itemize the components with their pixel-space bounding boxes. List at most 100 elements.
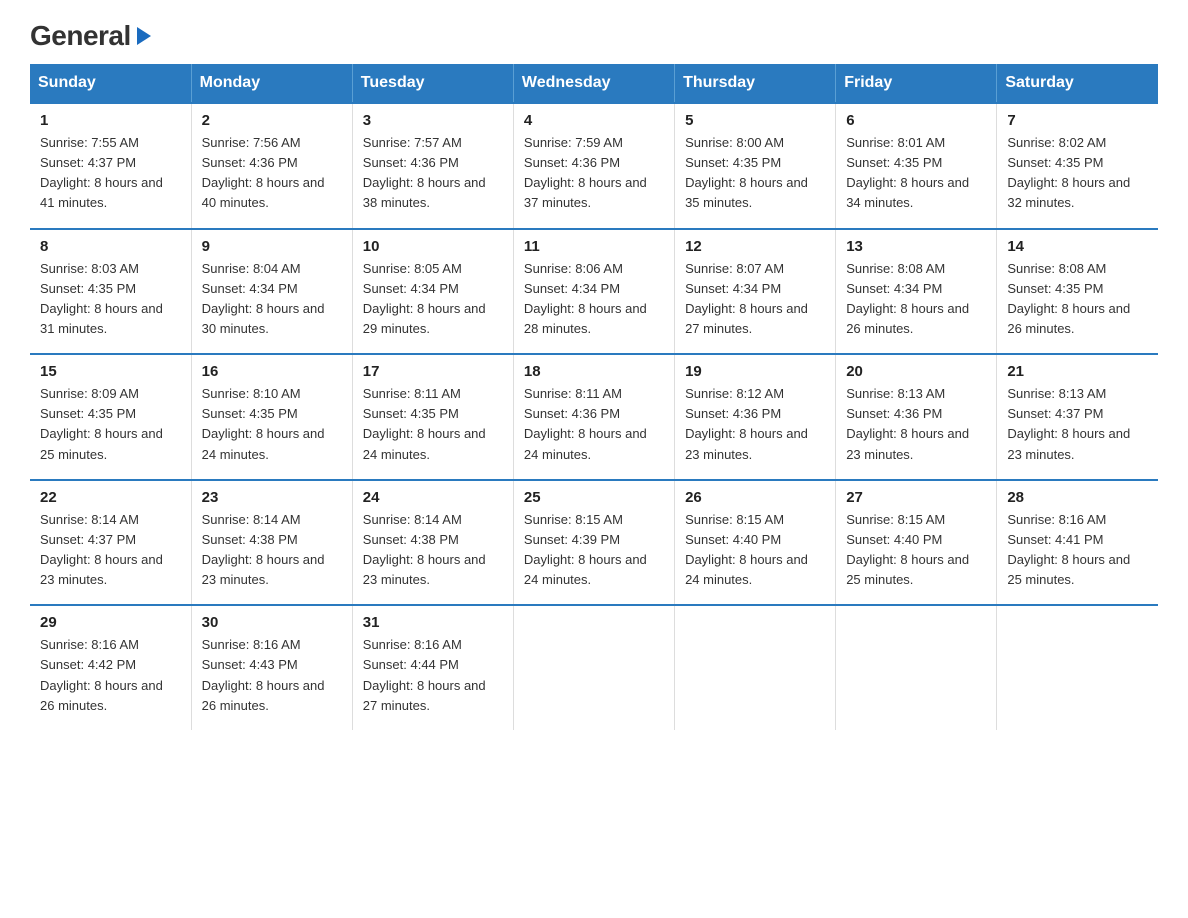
logo-top: General (30, 20, 155, 52)
day-info: Sunrise: 8:13 AMSunset: 4:36 PMDaylight:… (846, 384, 986, 465)
weekday-header-friday: Friday (836, 64, 997, 103)
day-number: 22 (40, 489, 181, 506)
calendar-cell: 8 Sunrise: 8:03 AMSunset: 4:35 PMDayligh… (30, 229, 191, 355)
day-info: Sunrise: 8:00 AMSunset: 4:35 PMDaylight:… (685, 133, 825, 214)
day-info: Sunrise: 8:11 AMSunset: 4:35 PMDaylight:… (363, 384, 503, 465)
calendar-cell: 15 Sunrise: 8:09 AMSunset: 4:35 PMDaylig… (30, 354, 191, 480)
day-info: Sunrise: 8:16 AMSunset: 4:42 PMDaylight:… (40, 635, 181, 716)
day-info: Sunrise: 7:57 AMSunset: 4:36 PMDaylight:… (363, 133, 503, 214)
day-info: Sunrise: 8:14 AMSunset: 4:38 PMDaylight:… (363, 510, 503, 591)
day-info: Sunrise: 8:11 AMSunset: 4:36 PMDaylight:… (524, 384, 664, 465)
day-number: 9 (202, 238, 342, 255)
day-number: 12 (685, 238, 825, 255)
day-info: Sunrise: 7:55 AMSunset: 4:37 PMDaylight:… (40, 133, 181, 214)
calendar-cell: 16 Sunrise: 8:10 AMSunset: 4:35 PMDaylig… (191, 354, 352, 480)
day-info: Sunrise: 8:14 AMSunset: 4:38 PMDaylight:… (202, 510, 342, 591)
day-number: 25 (524, 489, 664, 506)
day-info: Sunrise: 8:16 AMSunset: 4:44 PMDaylight:… (363, 635, 503, 716)
day-number: 3 (363, 112, 503, 129)
calendar-week-4: 22 Sunrise: 8:14 AMSunset: 4:37 PMDaylig… (30, 480, 1158, 606)
weekday-header-saturday: Saturday (997, 64, 1158, 103)
calendar-cell: 24 Sunrise: 8:14 AMSunset: 4:38 PMDaylig… (352, 480, 513, 606)
calendar-cell: 12 Sunrise: 8:07 AMSunset: 4:34 PMDaylig… (675, 229, 836, 355)
calendar-cell: 22 Sunrise: 8:14 AMSunset: 4:37 PMDaylig… (30, 480, 191, 606)
calendar-cell: 2 Sunrise: 7:56 AMSunset: 4:36 PMDayligh… (191, 103, 352, 229)
day-number: 27 (846, 489, 986, 506)
calendar-week-3: 15 Sunrise: 8:09 AMSunset: 4:35 PMDaylig… (30, 354, 1158, 480)
day-number: 16 (202, 363, 342, 380)
calendar-cell: 23 Sunrise: 8:14 AMSunset: 4:38 PMDaylig… (191, 480, 352, 606)
calendar-cell: 27 Sunrise: 8:15 AMSunset: 4:40 PMDaylig… (836, 480, 997, 606)
calendar-cell: 18 Sunrise: 8:11 AMSunset: 4:36 PMDaylig… (513, 354, 674, 480)
calendar-cell: 21 Sunrise: 8:13 AMSunset: 4:37 PMDaylig… (997, 354, 1158, 480)
day-info: Sunrise: 8:15 AMSunset: 4:40 PMDaylight:… (846, 510, 986, 591)
day-info: Sunrise: 8:15 AMSunset: 4:40 PMDaylight:… (685, 510, 825, 591)
calendar-cell: 29 Sunrise: 8:16 AMSunset: 4:42 PMDaylig… (30, 605, 191, 730)
calendar-cell: 30 Sunrise: 8:16 AMSunset: 4:43 PMDaylig… (191, 605, 352, 730)
day-info: Sunrise: 7:56 AMSunset: 4:36 PMDaylight:… (202, 133, 342, 214)
day-info: Sunrise: 8:08 AMSunset: 4:34 PMDaylight:… (846, 259, 986, 340)
calendar-cell: 19 Sunrise: 8:12 AMSunset: 4:36 PMDaylig… (675, 354, 836, 480)
day-number: 23 (202, 489, 342, 506)
calendar-week-2: 8 Sunrise: 8:03 AMSunset: 4:35 PMDayligh… (30, 229, 1158, 355)
day-info: Sunrise: 8:02 AMSunset: 4:35 PMDaylight:… (1007, 133, 1148, 214)
calendar-table: SundayMondayTuesdayWednesdayThursdayFrid… (30, 64, 1158, 730)
day-info: Sunrise: 7:59 AMSunset: 4:36 PMDaylight:… (524, 133, 664, 214)
calendar-cell: 10 Sunrise: 8:05 AMSunset: 4:34 PMDaylig… (352, 229, 513, 355)
logo-arrow-icon (133, 25, 155, 47)
calendar-cell: 6 Sunrise: 8:01 AMSunset: 4:35 PMDayligh… (836, 103, 997, 229)
day-number: 28 (1007, 489, 1148, 506)
calendar-cell (513, 605, 674, 730)
day-number: 7 (1007, 112, 1148, 129)
weekday-header-thursday: Thursday (675, 64, 836, 103)
calendar-cell: 14 Sunrise: 8:08 AMSunset: 4:35 PMDaylig… (997, 229, 1158, 355)
day-info: Sunrise: 8:15 AMSunset: 4:39 PMDaylight:… (524, 510, 664, 591)
day-number: 11 (524, 238, 664, 255)
weekday-header-wednesday: Wednesday (513, 64, 674, 103)
logo-general-text: General (30, 20, 131, 52)
logo: General (30, 20, 155, 52)
day-number: 4 (524, 112, 664, 129)
day-info: Sunrise: 8:06 AMSunset: 4:34 PMDaylight:… (524, 259, 664, 340)
calendar-cell: 26 Sunrise: 8:15 AMSunset: 4:40 PMDaylig… (675, 480, 836, 606)
day-number: 17 (363, 363, 503, 380)
calendar-cell (675, 605, 836, 730)
day-number: 29 (40, 614, 181, 631)
day-number: 24 (363, 489, 503, 506)
calendar-cell: 13 Sunrise: 8:08 AMSunset: 4:34 PMDaylig… (836, 229, 997, 355)
day-info: Sunrise: 8:05 AMSunset: 4:34 PMDaylight:… (363, 259, 503, 340)
day-info: Sunrise: 8:12 AMSunset: 4:36 PMDaylight:… (685, 384, 825, 465)
calendar-cell: 4 Sunrise: 7:59 AMSunset: 4:36 PMDayligh… (513, 103, 674, 229)
calendar-cell: 31 Sunrise: 8:16 AMSunset: 4:44 PMDaylig… (352, 605, 513, 730)
page-header: General (30, 20, 1158, 52)
calendar-body: 1 Sunrise: 7:55 AMSunset: 4:37 PMDayligh… (30, 103, 1158, 730)
weekday-header-sunday: Sunday (30, 64, 191, 103)
day-number: 14 (1007, 238, 1148, 255)
calendar-cell (997, 605, 1158, 730)
calendar-cell: 28 Sunrise: 8:16 AMSunset: 4:41 PMDaylig… (997, 480, 1158, 606)
day-number: 1 (40, 112, 181, 129)
day-number: 30 (202, 614, 342, 631)
day-info: Sunrise: 8:16 AMSunset: 4:43 PMDaylight:… (202, 635, 342, 716)
calendar-week-1: 1 Sunrise: 7:55 AMSunset: 4:37 PMDayligh… (30, 103, 1158, 229)
day-info: Sunrise: 8:09 AMSunset: 4:35 PMDaylight:… (40, 384, 181, 465)
calendar-cell: 3 Sunrise: 7:57 AMSunset: 4:36 PMDayligh… (352, 103, 513, 229)
calendar-cell: 1 Sunrise: 7:55 AMSunset: 4:37 PMDayligh… (30, 103, 191, 229)
day-number: 6 (846, 112, 986, 129)
day-number: 18 (524, 363, 664, 380)
calendar-cell (836, 605, 997, 730)
day-info: Sunrise: 8:16 AMSunset: 4:41 PMDaylight:… (1007, 510, 1148, 591)
day-number: 10 (363, 238, 503, 255)
weekday-header-tuesday: Tuesday (352, 64, 513, 103)
day-info: Sunrise: 8:01 AMSunset: 4:35 PMDaylight:… (846, 133, 986, 214)
calendar-week-5: 29 Sunrise: 8:16 AMSunset: 4:42 PMDaylig… (30, 605, 1158, 730)
calendar-cell: 20 Sunrise: 8:13 AMSunset: 4:36 PMDaylig… (836, 354, 997, 480)
calendar-header: SundayMondayTuesdayWednesdayThursdayFrid… (30, 64, 1158, 103)
day-number: 26 (685, 489, 825, 506)
day-number: 15 (40, 363, 181, 380)
day-info: Sunrise: 8:10 AMSunset: 4:35 PMDaylight:… (202, 384, 342, 465)
day-info: Sunrise: 8:14 AMSunset: 4:37 PMDaylight:… (40, 510, 181, 591)
day-number: 20 (846, 363, 986, 380)
day-number: 5 (685, 112, 825, 129)
calendar-cell: 9 Sunrise: 8:04 AMSunset: 4:34 PMDayligh… (191, 229, 352, 355)
